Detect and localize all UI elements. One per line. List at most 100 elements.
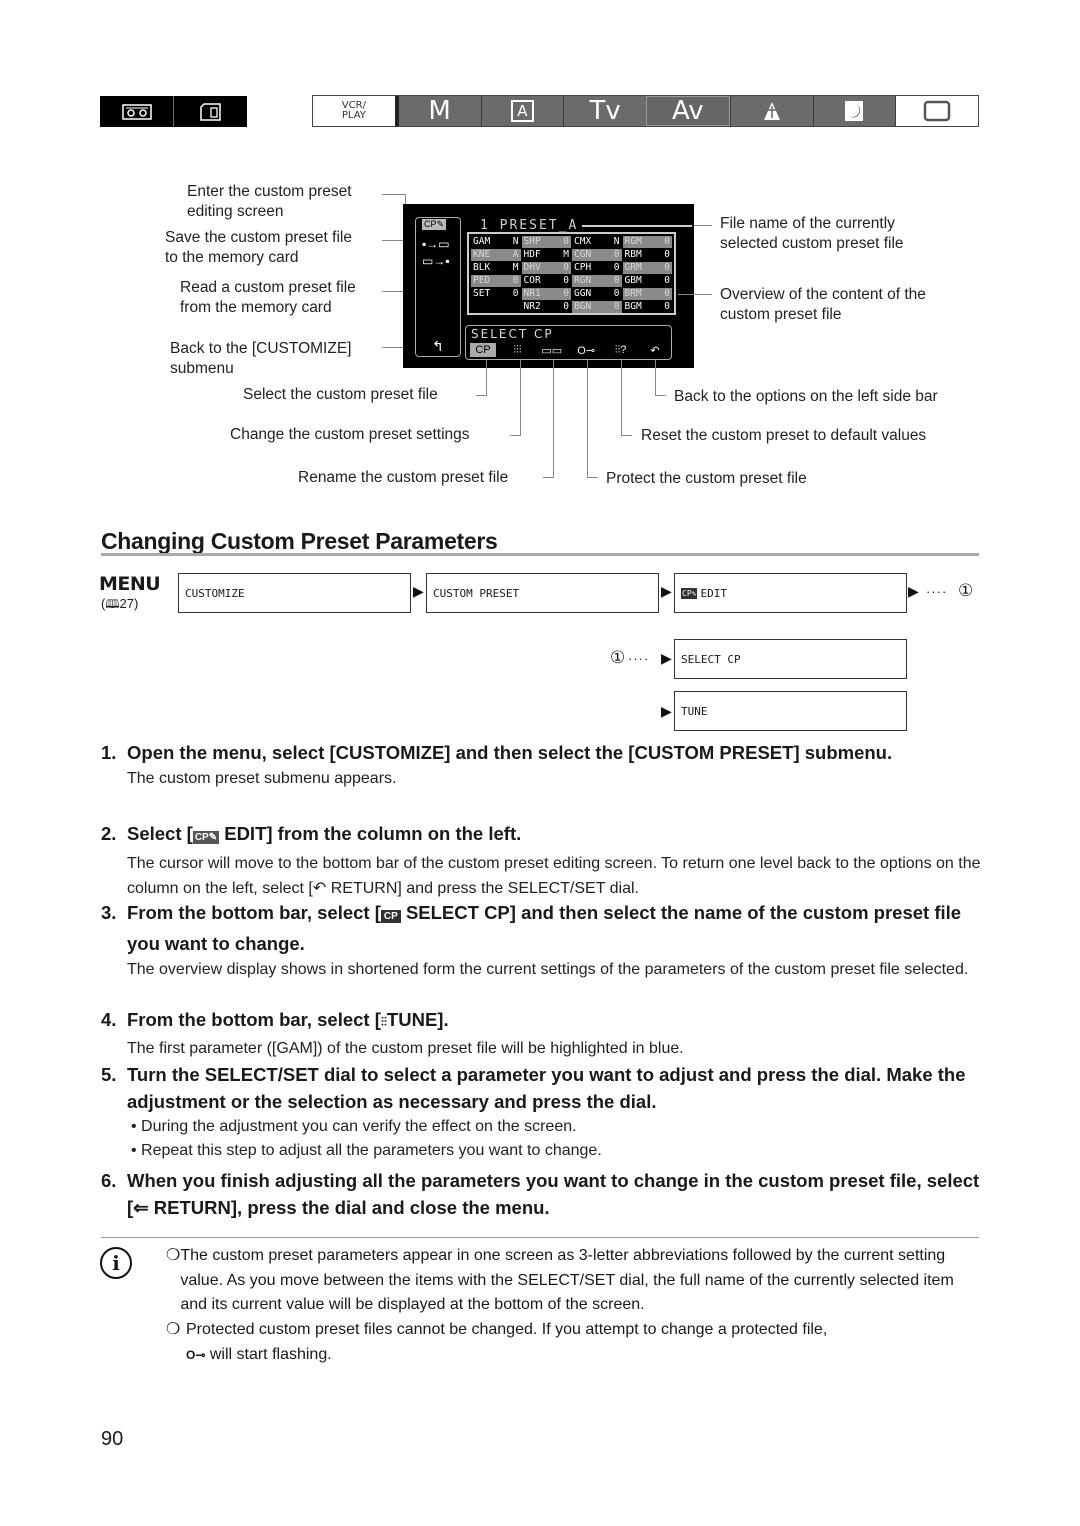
screen-side-bar: CP✎ ▪→▭ ▭→▪ ↰ (415, 217, 461, 357)
param-abbrev: COR (523, 275, 541, 286)
preset-param-cell: BGN 0 (572, 301, 622, 313)
protect-key-icon: O⊸ (186, 1347, 206, 1362)
preset-param-cell: GAM N (471, 236, 521, 248)
memory-card-icon (173, 96, 247, 127)
menu-path-select-cp: SELECT CP (674, 639, 907, 679)
param-abbrev: NR2 (523, 301, 541, 312)
preset-param-cell: SET 0 (471, 288, 521, 300)
param-value: 0 (613, 275, 620, 286)
param-value: 0 (664, 236, 670, 247)
param-abbrev: BGM (624, 301, 642, 312)
tab-auto: A (480, 96, 564, 126)
arrow-icon: ▶ (661, 650, 672, 666)
continuation-dots: ···· (926, 584, 948, 599)
leader-line (587, 360, 588, 478)
param-value: 0 (664, 288, 670, 299)
easy-mode-icon (895, 96, 978, 126)
param-abbrev: BLK (473, 262, 491, 273)
param-abbrev: GBM (624, 275, 642, 286)
spotlight-icon (729, 96, 813, 126)
step-5: 5. Turn the SELECT/SET dial to select a p… (101, 1061, 981, 1163)
param-value: 0 (664, 249, 670, 260)
param-value: 0 (512, 275, 519, 286)
param-abbrev: GAM (473, 236, 491, 247)
annotation-back-left: Back to the options on the left side bar (674, 388, 938, 405)
annotation-enter-edit: Enter the custom preset editing screen (187, 183, 352, 220)
preset-param-cell: NR1 0 (521, 288, 571, 300)
preset-param-cell: NR2 0 (522, 301, 572, 313)
param-abbrev: CPH (574, 262, 592, 273)
annotation-read: Read a custom preset file from the memor… (180, 279, 356, 316)
leader-line (587, 477, 598, 478)
menu-page-ref: (🕮27) (101, 596, 139, 611)
ref-marker: ① (610, 648, 626, 667)
step-1: 1. Open the menu, select [CUSTOMIZE] and … (101, 742, 893, 787)
param-abbrev: BRM (624, 288, 642, 299)
leader-line (655, 360, 656, 396)
read-from-card-icon: ▭→▪ (422, 254, 450, 268)
preset-param-cell: GBM 0 (623, 275, 673, 287)
preset-param-cell: CGN 0 (572, 249, 622, 261)
param-value: N (512, 236, 519, 247)
select-cp-icon: CP (470, 343, 496, 357)
param-abbrev: GRM (624, 262, 642, 273)
preset-param-cell: HDF M (522, 249, 572, 261)
page-number: 90 (101, 1428, 124, 1450)
param-value: 0 (613, 249, 620, 260)
param-value: 0 (563, 301, 569, 312)
annotation-save: Save the custom preset file to the memor… (165, 229, 352, 266)
menu-path-customize: CUSTOMIZE (178, 573, 411, 613)
param-abbrev: NR1 (523, 288, 541, 299)
menu-path-edit: CP✎ EDIT (674, 573, 907, 613)
preset-file-name: 1 PRESET_A (480, 218, 579, 233)
param-value: 0 (563, 262, 569, 273)
preset-param-cell: GRM 0 (622, 262, 672, 274)
leader-line (621, 435, 632, 436)
return-icon: ↰ (432, 338, 444, 354)
step-6: 6. When you finish adjusting all the para… (101, 1170, 980, 1218)
param-value: 0 (613, 301, 620, 312)
preset-param-cell: GGN 0 (572, 288, 622, 300)
section-rule (101, 553, 979, 556)
preset-param-cell: CPH 0 (572, 262, 622, 274)
param-value: M (512, 262, 519, 273)
leader-line (520, 360, 521, 436)
rename-icon: ▭▭ (541, 344, 563, 357)
reset-icon: ⫶⫶? (614, 343, 627, 356)
param-value: 0 (664, 275, 670, 286)
info-icon: i (100, 1247, 132, 1279)
annotation-select-file: Select the custom preset file (243, 386, 438, 403)
param-abbrev: RGM (624, 236, 642, 247)
ref-marker: ① (958, 581, 974, 600)
arrow-icon: ▶ (413, 583, 424, 599)
param-abbrev: GGN (574, 288, 592, 299)
param-value: A (512, 249, 519, 260)
param-value: M (563, 249, 569, 260)
menu-path-custom-preset: CUSTOM PRESET (426, 573, 659, 613)
param-abbrev: PED (473, 275, 491, 286)
param-abbrev: RBM (624, 249, 642, 260)
continuation-dots: ···· (628, 651, 650, 666)
night-icon (812, 96, 896, 126)
preset-param-cell: DHV 0 (521, 262, 571, 274)
section-title: Changing Custom Preset Parameters (101, 528, 498, 554)
param-abbrev: RGN (574, 275, 592, 286)
param-value: 0 (664, 301, 670, 312)
tab-aperture-priority: Av (646, 96, 730, 126)
bullet-item: • Repeat this step to adjust all the par… (131, 1142, 602, 1159)
leader-line (621, 360, 622, 436)
preset-param-cell: COR 0 (522, 275, 572, 287)
media-mode-tabs (100, 96, 247, 127)
preset-param-cell: RBM 0 (623, 249, 673, 261)
param-value: 0 (512, 288, 519, 299)
param-abbrev: BGN (574, 301, 592, 312)
leader-line (543, 477, 554, 478)
arrow-icon: ▶ (661, 703, 672, 719)
param-value: 0 (563, 275, 569, 286)
annotation-overview: Overview of the content of the custom pr… (720, 286, 926, 323)
auto-icon: A (511, 100, 534, 122)
leader-line (510, 435, 521, 436)
param-value: N (613, 236, 620, 247)
screen-bottom-bar: SELECT CP CP ⫶⫶⫶ ▭▭ O⊸ ⫶⫶? ↶ (465, 325, 672, 360)
shooting-mode-tabs: VCR/ PLAY M A Tv Av (312, 95, 979, 127)
